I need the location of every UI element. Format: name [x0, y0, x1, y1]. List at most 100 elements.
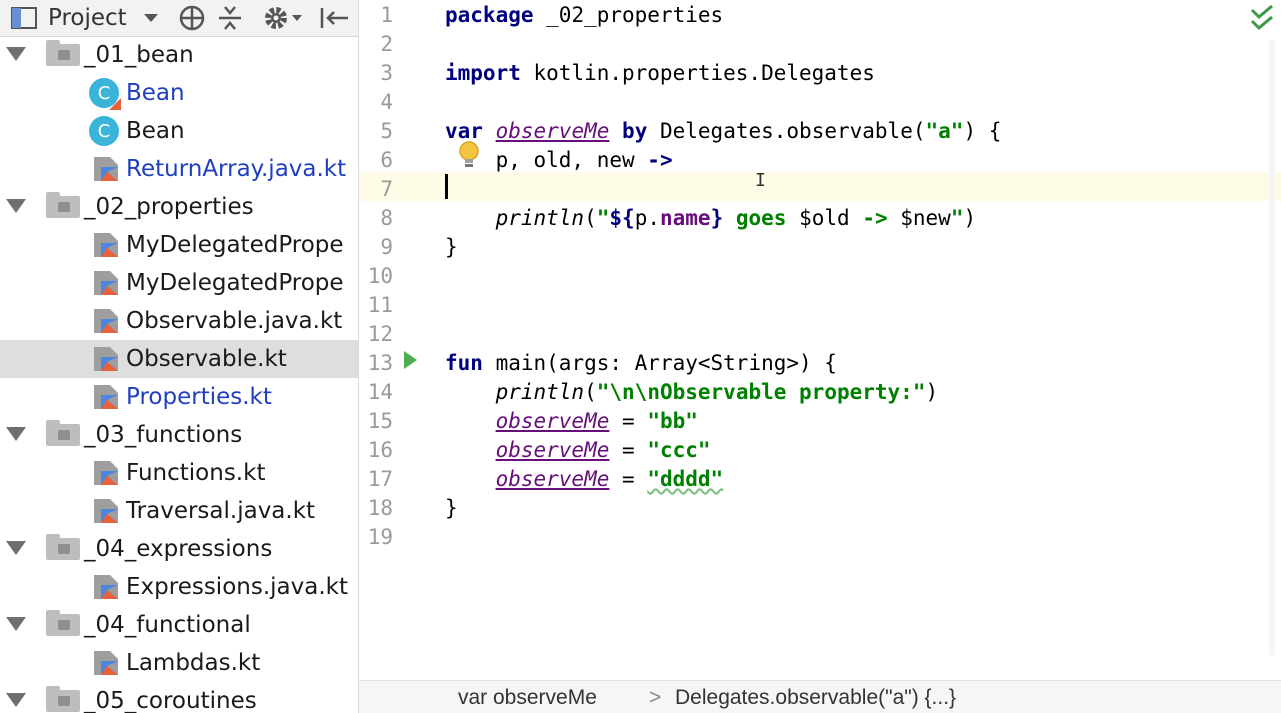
line-number: 1 — [380, 3, 393, 27]
tree-item-properties-kt[interactable]: Properties.kt — [0, 378, 358, 416]
tree-folder-04-expressions[interactable]: _04_expressions — [0, 530, 358, 568]
tree-item-label: Traversal.java.kt — [126, 498, 316, 524]
line-number: 5 — [380, 119, 393, 143]
collapse-all-icon[interactable] — [216, 0, 244, 36]
line-number: 7 — [380, 177, 393, 201]
tree-item-observable-kt[interactable]: Observable.kt — [0, 340, 358, 378]
keyword: var — [445, 119, 483, 143]
tree-item-observable-java[interactable]: Observable.java.kt — [0, 302, 358, 340]
text-caret — [445, 174, 448, 199]
line-number-gutter: 1 2 3 4 5 6 7 8 9 10 11 12 13 14 15 16 1… — [359, 0, 439, 680]
tree-item-returnarray[interactable]: ReturnArray.java.kt — [0, 150, 358, 188]
property-name: observeMe — [495, 409, 610, 433]
folder-icon — [46, 610, 80, 636]
line-number: 4 — [380, 90, 393, 114]
code-text: _02_properties — [533, 3, 724, 27]
tree-item-label: Properties.kt — [126, 384, 272, 410]
expand-arrow-icon[interactable] — [6, 47, 26, 61]
tree-item-label: Expressions.java.kt — [126, 574, 348, 600]
kotlin-file-icon — [94, 461, 118, 485]
string-literal: " — [950, 206, 964, 230]
function-call: println — [495, 206, 585, 230]
string-literal: "\n\nObservable property:" — [596, 380, 926, 404]
kotlin-class-icon: C — [89, 78, 121, 110]
kotlin-file-icon — [94, 233, 118, 257]
line-number: 11 — [367, 293, 393, 317]
locate-target-icon[interactable] — [178, 0, 206, 36]
line-number: 13 — [367, 351, 393, 375]
string-literal: -> — [849, 206, 901, 230]
code-text: } — [445, 235, 458, 259]
code-editor[interactable]: 1 2 3 4 5 6 7 8 9 10 11 12 13 14 15 16 1… — [359, 0, 1281, 713]
tree-item-label: _03_functions — [84, 422, 243, 448]
code-text: } — [445, 496, 458, 520]
project-title[interactable]: Project — [48, 0, 127, 36]
tree-item-traversal[interactable]: Traversal.java.kt — [0, 492, 358, 530]
code-text: main(args: Array<String>) { — [482, 351, 837, 375]
breadcrumb-item-var[interactable]: var observeMe — [458, 686, 597, 710]
run-gutter-icon[interactable] — [404, 351, 417, 369]
tree-item-bean-kt[interactable]: C Bean — [0, 74, 358, 112]
kotlin-file-icon — [94, 271, 118, 295]
project-panel: Project _01_bean C Bean C Bean ReturnArr… — [0, 0, 359, 713]
project-view-icon[interactable] — [10, 0, 40, 36]
tree-item-bean[interactable]: C Bean — [0, 112, 358, 150]
property-name: observeMe — [495, 467, 610, 491]
code-text: = — [609, 467, 648, 491]
expand-arrow-icon[interactable] — [6, 427, 26, 441]
tree-folder-05-coroutines[interactable]: _05_coroutines — [0, 682, 358, 713]
expand-arrow-icon[interactable] — [6, 199, 26, 213]
tree-folder-03-functions[interactable]: _03_functions — [0, 416, 358, 454]
inspection-ok-icon[interactable] — [1249, 4, 1275, 34]
keyword: by — [622, 119, 648, 143]
string-literal: " — [596, 206, 610, 230]
tree-item-label: Observable.java.kt — [126, 308, 343, 334]
code-line-18: } — [445, 496, 458, 520]
string-literal: "bb" — [647, 409, 698, 433]
tree-item-label: Bean — [126, 80, 185, 106]
gear-icon[interactable] — [262, 0, 302, 36]
hide-panel-icon[interactable] — [318, 0, 350, 36]
tree-item-mydelegatedprope-2[interactable]: MyDelegatedPrope — [0, 264, 358, 302]
kotlin-file-icon — [94, 575, 118, 599]
template-var: $new — [900, 206, 951, 230]
tree-item-mydelegatedprope-1[interactable]: MyDelegatedPrope — [0, 226, 358, 264]
keyword: fun — [445, 351, 483, 375]
lambda-arrow: -> — [647, 148, 673, 172]
expand-arrow-icon[interactable] — [6, 617, 26, 631]
tree-item-label: _02_properties — [84, 194, 254, 220]
line-number: 10 — [367, 264, 393, 288]
code-line-3: import kotlin.properties.Delegates — [445, 61, 875, 85]
breadcrumb-item-delegate[interactable]: Delegates.observable("a") {...} — [675, 686, 956, 710]
text-cursor-icon: I — [755, 170, 766, 191]
tree-item-lambdas[interactable]: Lambdas.kt — [0, 644, 358, 682]
code-text: ( — [584, 380, 597, 404]
line-number: 16 — [367, 438, 393, 462]
property-name: observeMe — [495, 438, 610, 462]
tree-folder-01-bean[interactable]: _01_bean — [0, 36, 358, 74]
project-toolbar: Project — [0, 0, 358, 37]
dropdown-caret-icon[interactable] — [142, 0, 160, 36]
tree-folder-04-functional[interactable]: _04_functional — [0, 606, 358, 644]
editor-scrollbar[interactable] — [1269, 40, 1275, 655]
code-text: ) — [925, 380, 939, 404]
code-line-13: fun main(args: Array<String>) { — [445, 351, 837, 375]
property-name: name — [660, 206, 711, 230]
kotlin-file-icon — [94, 347, 118, 371]
string-literal: "dddd" — [647, 467, 724, 491]
tree-item-functions-kt[interactable]: Functions.kt — [0, 454, 358, 492]
expand-arrow-icon[interactable] — [6, 693, 26, 707]
tree-item-label: _01_bean — [84, 42, 194, 68]
expand-arrow-icon[interactable] — [6, 541, 26, 555]
code-line-14: println("\n\nObservable property:") — [445, 380, 939, 404]
breadcrumb-separator-icon: > — [649, 686, 662, 709]
tree-folder-02-properties[interactable]: _02_properties — [0, 188, 358, 226]
code-line-9: } — [445, 235, 458, 259]
code-line-16: observeMe = "ccc" — [445, 438, 711, 462]
tree-item-label: Observable.kt — [126, 346, 287, 372]
tree-item-expressions[interactable]: Expressions.java.kt — [0, 568, 358, 606]
code-line-6: p, old, new -> — [445, 148, 673, 172]
line-number: 8 — [380, 206, 393, 230]
template-var: $old — [799, 206, 850, 230]
string-literal: goes — [723, 206, 800, 230]
